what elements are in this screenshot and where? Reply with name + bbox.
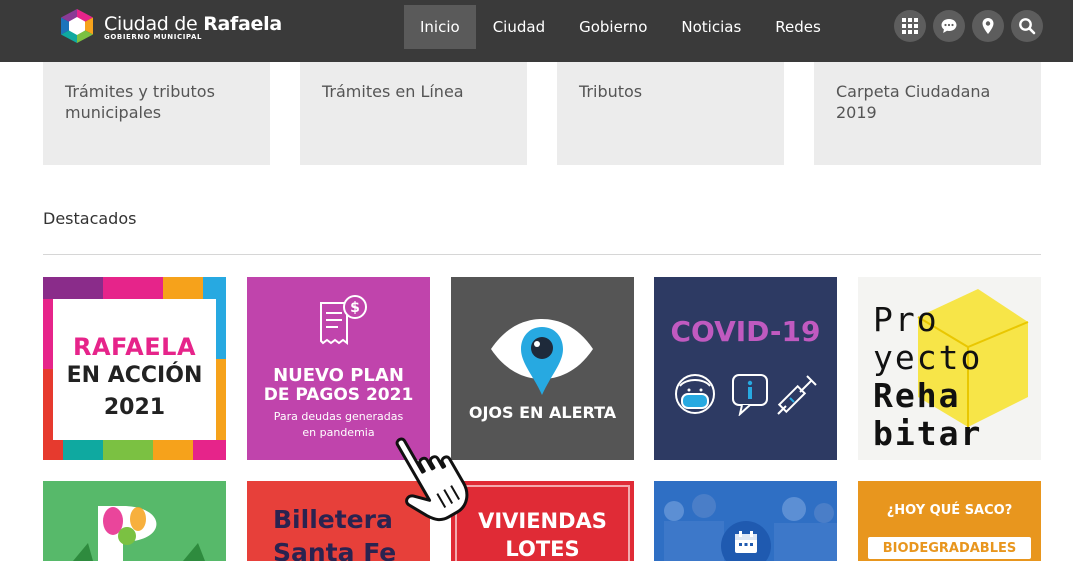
card-covid-title: COVID-19 [670, 315, 821, 348]
leaf-letter-graphic [73, 506, 205, 561]
card-plan-line1: NUEVO PLAN [273, 365, 404, 386]
brand-bold: Rafaela [203, 13, 282, 35]
card-plan-line2: DE PAGOS 2021 [263, 385, 414, 405]
quick-link-tributos[interactable]: Tributos [557, 62, 784, 165]
brand-name[interactable]: Ciudad de Rafaela GOBIERNO MUNICIPAL [104, 13, 282, 41]
top-navbar: Ciudad de Rafaela GOBIERNO MUNICIPAL Ini… [0, 0, 1073, 62]
card-hoy-que-saco[interactable]: ¿HOY QUÉ SACO? BIODEGRADABLES [858, 481, 1041, 561]
nav-noticias[interactable]: Noticias [664, 5, 758, 49]
card-rehabitar-line1: Pro [873, 300, 939, 339]
info-bubble-icon [732, 374, 768, 416]
card-plan-line3: Para deudas generadas [273, 410, 404, 423]
syringe-icon [777, 375, 817, 415]
card-rafaela-line1: RAFAELA [72, 333, 197, 361]
card-rafaela-line3: 2021 [103, 395, 166, 420]
card-rafaela-line2: EN ACCIÓN [66, 363, 203, 388]
brand-prefix: Ciudad de [104, 13, 198, 35]
header-tools [894, 10, 1043, 42]
quick-link-tramites-tributos[interactable]: Trámites y tributos municipales [43, 62, 270, 165]
location-button[interactable] [972, 10, 1004, 42]
card-plan-line4: en pandemia [302, 426, 375, 439]
card-proyecto-rehabitar[interactable]: Pro yecto Reha bitar [858, 277, 1041, 460]
card-viviendas-lotes[interactable]: VIVIENDAS LOTES [451, 481, 634, 561]
quick-link-tramites-linea[interactable]: Trámites en Línea [300, 62, 527, 165]
quick-link-label: Trámites en Línea [322, 82, 464, 101]
nav-redes[interactable]: Redes [758, 5, 838, 49]
section-title-destacados: Destacados [43, 209, 137, 228]
card-viviendas-line1: VIVIENDAS [478, 509, 607, 533]
card-billetera-line1: Billetera [273, 505, 393, 534]
quick-link-carpeta-ciudadana[interactable]: Carpeta Ciudadana 2019 [814, 62, 1041, 165]
quick-link-label: Trámites y tributos municipales [65, 82, 215, 122]
eye-pin-icon [491, 319, 593, 395]
apps-grid-icon [902, 18, 918, 34]
chat-button[interactable] [933, 10, 965, 42]
card-green-leaves[interactable] [43, 481, 226, 561]
nav-ciudad[interactable]: Ciudad [476, 5, 562, 49]
main-nav: Inicio Ciudad Gobierno Noticias Redes [404, 5, 838, 49]
invoice-dollar-icon: $ [320, 295, 367, 345]
card-billetera-line2: Santa Fe [273, 538, 397, 561]
face-mask-icon [675, 374, 715, 414]
svg-text:$: $ [350, 300, 360, 316]
card-saco-line2: BIODEGRADABLES [882, 541, 1017, 556]
card-rehabitar-line3: Reha [873, 376, 961, 415]
card-ojos-en-alerta[interactable]: OJOS EN ALERTA [451, 277, 634, 460]
card-billetera-santa-fe[interactable]: Billetera Santa Fe [247, 481, 430, 561]
card-viviendas-line2: LOTES [505, 537, 580, 561]
search-icon [1019, 18, 1036, 35]
quick-link-label: Carpeta Ciudadana 2019 [836, 82, 991, 122]
apps-grid-button[interactable] [894, 10, 926, 42]
card-saco-line1: ¿HOY QUÉ SACO? [886, 503, 1013, 518]
card-rehabitar-line4: bitar [873, 414, 983, 453]
city-logo-icon[interactable] [57, 8, 97, 44]
search-button[interactable] [1011, 10, 1043, 42]
card-rafaela-en-accion[interactable]: RAFAELA EN ACCIÓN 2021 [43, 277, 226, 460]
location-pin-icon [982, 18, 994, 34]
card-ojos-title: OJOS EN ALERTA [468, 403, 617, 422]
chat-icon [941, 19, 957, 33]
card-plan-de-pagos[interactable]: $ NUEVO PLAN DE PAGOS 2021 Para deudas g… [247, 277, 430, 460]
card-rehabitar-line2: yecto [873, 338, 983, 377]
section-divider [43, 254, 1041, 255]
nav-inicio[interactable]: Inicio [404, 5, 476, 49]
card-covid-19[interactable]: COVID-19 [654, 277, 837, 460]
quick-link-label: Tributos [579, 82, 643, 101]
card-calendar-photo[interactable] [654, 481, 837, 561]
nav-gobierno[interactable]: Gobierno [562, 5, 664, 49]
calendar-icon [735, 531, 757, 553]
